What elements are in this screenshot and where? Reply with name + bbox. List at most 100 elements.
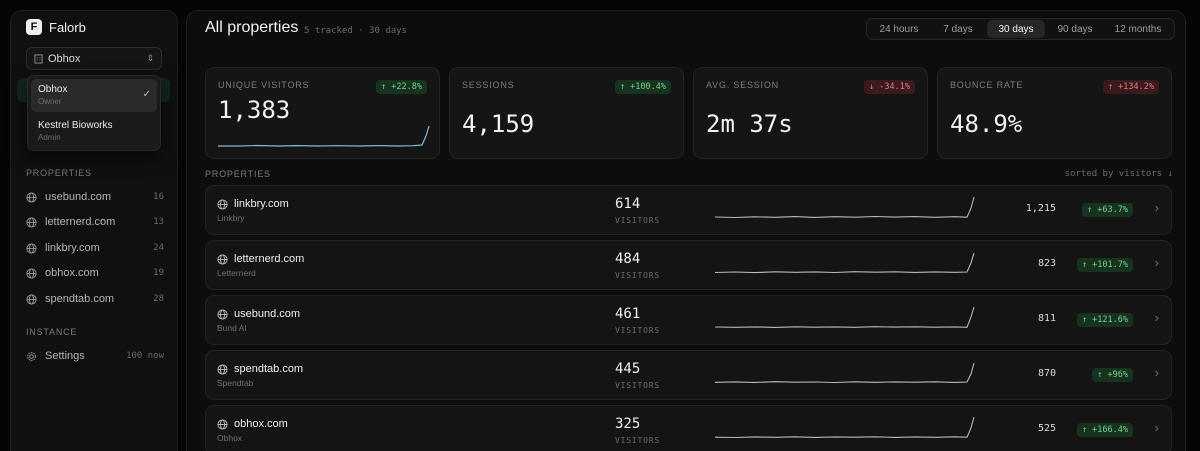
property-domain: letternerd.com [234, 253, 305, 265]
property-row-linkbry[interactable]: linkbry.com Linkbry 614 VISITORS 1,215 ↑… [205, 185, 1172, 235]
stat-label: UNIQUE VISITORS [218, 80, 310, 90]
property-visitors: 484 [615, 251, 641, 267]
stat-delta-badge: ↑ +134.2% [1102, 80, 1159, 94]
sidebar-item-count: 19 [153, 268, 164, 278]
org-option-kestrel[interactable]: Kestrel Bioworks Admin [31, 115, 157, 148]
property-total: 870 [1037, 368, 1056, 379]
org-option-name: Obhox [38, 84, 68, 95]
sidebar-item-count: 16 [153, 192, 164, 202]
property-sparkline [715, 416, 975, 439]
org-option-role: Owner [38, 97, 62, 106]
chevron-right-icon: › [1154, 255, 1159, 270]
sidebar-item-label: obhox.com [45, 267, 99, 279]
sidebar-item-letternerd[interactable]: letternerd.com 13 [26, 213, 164, 231]
sidebar-item-usebund[interactable]: usebund.com 16 [26, 188, 164, 206]
property-visitors-label: VISITORS [615, 381, 660, 390]
property-sparkline [715, 362, 975, 384]
range-30-days[interactable]: 30 days [987, 20, 1045, 38]
range-7-days[interactable]: 7 days [929, 20, 987, 38]
chevron-updown-icon: ⇕ [146, 53, 154, 63]
sidebar-item-settings[interactable]: Settings 100 now [26, 347, 164, 365]
globe-icon [26, 191, 37, 203]
property-visitors: 461 [615, 306, 641, 322]
stat-value: 4,159 [462, 110, 535, 138]
property-delta-badge: ↑ +166.4% [1076, 423, 1133, 437]
check-icon: ✓ [142, 89, 151, 100]
property-total: 1,215 [1025, 203, 1056, 214]
property-sparkline [715, 306, 975, 328]
sidebar-item-count: 13 [153, 217, 164, 227]
org-option-obhox[interactable]: Obhox Owner ✓ [31, 79, 157, 112]
org-option-role: Admin [38, 133, 61, 142]
visitors-sparkline [218, 125, 430, 147]
range-90-days[interactable]: 90 days [1045, 20, 1105, 38]
brand-name: Falorb [49, 19, 86, 35]
property-domain: spendtab.com [234, 363, 304, 375]
stat-sessions: SESSIONS ↑ +100.4% 4,159 [449, 67, 684, 159]
sidebar-item-label: usebund.com [45, 191, 112, 203]
building-icon [34, 54, 43, 63]
property-row-spendtab[interactable]: spendtab.com Spendtab 445 VISITORS 870 ↑… [205, 350, 1172, 400]
property-domain: obhox.com [234, 418, 288, 430]
sidebar-item-obhox[interactable]: obhox.com 19 [26, 264, 164, 282]
sidebar-properties-label: PROPERTIES [26, 168, 92, 178]
page-subtitle: 5 tracked · 30 days [304, 26, 407, 36]
globe-icon [217, 309, 228, 320]
property-name: Linkbry [217, 213, 245, 223]
stat-delta-badge: ↓ -34.1% [864, 80, 915, 94]
sidebar: F Falorb Obhox ⇕ Obhox Owner ✓ Kestrel B… [10, 10, 178, 451]
range-selector: 24 hours 7 days 30 days 90 days 12 month… [866, 18, 1175, 40]
property-row-usebund[interactable]: usebund.com Bund AI 461 VISITORS 811 ↑ +… [205, 295, 1172, 345]
property-total: 525 [1037, 423, 1056, 434]
org-select[interactable]: Obhox ⇕ [26, 47, 162, 70]
globe-icon [26, 242, 37, 254]
sidebar-item-count: 24 [153, 243, 164, 253]
sidebar-item-linkbry[interactable]: linkbry.com 24 [26, 239, 164, 257]
property-name: Spendtab [217, 378, 254, 388]
globe-icon [217, 199, 228, 210]
chevron-right-icon: › [1154, 310, 1159, 325]
property-delta-badge: ↑ +101.7% [1076, 258, 1133, 272]
globe-icon [217, 419, 228, 430]
stat-unique-visitors: UNIQUE VISITORS ↑ +22.8% 1,383 [205, 67, 440, 159]
gear-icon [27, 351, 36, 361]
property-row-letternerd[interactable]: letternerd.com Letternerd 484 VISITORS 8… [205, 240, 1172, 290]
property-name: Letternerd [217, 268, 256, 278]
stat-delta-badge: ↑ +100.4% [614, 80, 671, 94]
property-visitors-label: VISITORS [615, 436, 660, 445]
sidebar-item-label: Settings [45, 350, 85, 362]
stat-delta-badge: ↑ +22.8% [376, 80, 427, 94]
globe-icon [26, 267, 37, 279]
globe-icon [217, 254, 228, 265]
property-domain: linkbry.com [234, 198, 289, 210]
sort-indicator[interactable]: sorted by visitors ↓ [1065, 169, 1173, 179]
stat-label: BOUNCE RATE [950, 80, 1024, 90]
sidebar-item-spendtab[interactable]: spendtab.com 28 [26, 290, 164, 308]
org-option-name: Kestrel Bioworks [38, 120, 113, 131]
property-total: 811 [1037, 313, 1056, 324]
property-delta-badge: ↑ +121.6% [1076, 313, 1133, 327]
properties-section-label: PROPERTIES [205, 169, 271, 179]
sidebar-instance-label: INSTANCE [26, 327, 78, 337]
property-delta-badge: ↑ +96% [1092, 368, 1133, 382]
sidebar-item-count: 28 [153, 294, 164, 304]
property-row-obhox[interactable]: obhox.com Obhox 325 VISITORS 525 ↑ +166.… [205, 405, 1172, 451]
stat-value: 2m 37s [706, 110, 793, 138]
stat-label: SESSIONS [462, 80, 515, 90]
stat-label: AVG. SESSION [706, 80, 779, 90]
property-visitors: 445 [615, 361, 641, 377]
sidebar-item-label: linkbry.com [45, 242, 100, 254]
property-visitors: 614 [615, 196, 641, 212]
property-delta-badge: ↑ +63.7% [1082, 203, 1133, 217]
property-domain: usebund.com [234, 308, 301, 320]
brand[interactable]: F Falorb [26, 19, 86, 35]
range-24-hours[interactable]: 24 hours [869, 20, 929, 38]
range-12-months[interactable]: 12 months [1105, 20, 1171, 38]
main-panel: All properties 5 tracked · 30 days 24 ho… [186, 10, 1186, 451]
sidebar-item-label: spendtab.com [45, 293, 115, 305]
property-visitors-label: VISITORS [615, 271, 660, 280]
chevron-right-icon: › [1154, 365, 1159, 380]
sidebar-item-label: letternerd.com [45, 216, 116, 228]
sidebar-item-meta: 100 now [126, 351, 164, 361]
org-dropdown: Obhox Owner ✓ Kestrel Bioworks Admin [27, 75, 161, 151]
